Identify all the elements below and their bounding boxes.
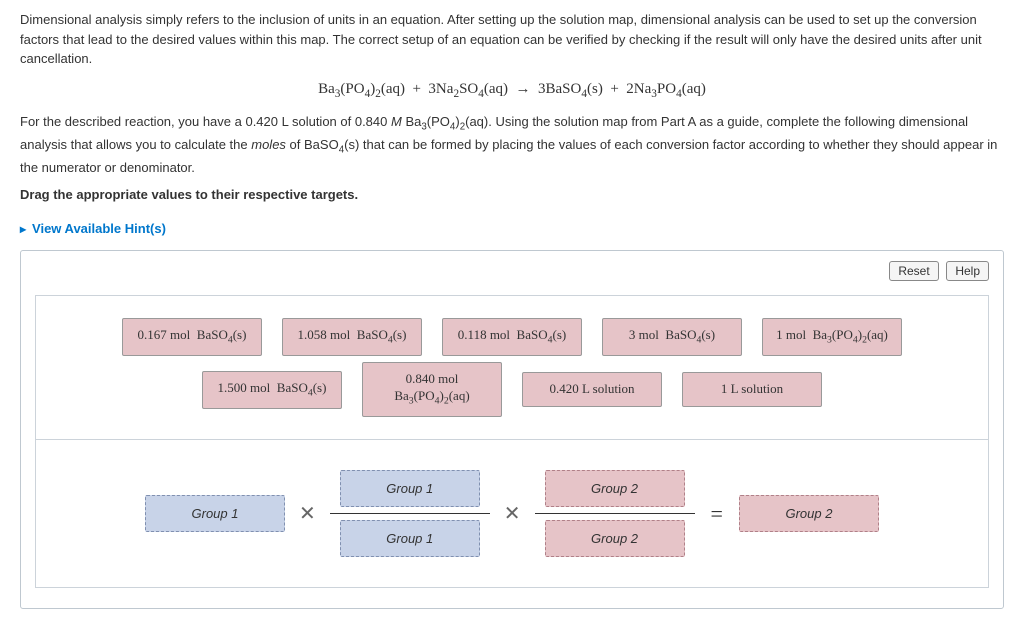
drop-frac2-numerator[interactable]: Group 2 (545, 470, 685, 507)
page-root: Dimensional analysis simply refers to th… (0, 0, 1024, 629)
fraction-bar (330, 513, 490, 514)
drag-instruction: Drag the appropriate values to their res… (20, 185, 1004, 205)
intro-text: Dimensional analysis simply refers to th… (20, 10, 1004, 69)
drag-item[interactable]: 1.500 mol BaSO4(s) (202, 371, 342, 409)
fraction-1: Group 1 Group 1 (330, 470, 490, 557)
drag-source-area: 0.167 mol BaSO4(s) 1.058 mol BaSO4(s) 0.… (36, 296, 988, 440)
reset-button[interactable]: Reset (889, 261, 938, 281)
drag-item[interactable]: 1 L solution (682, 372, 822, 407)
drag-item[interactable]: 3 mol BaSO4(s) (602, 318, 742, 356)
drop-target-area: Group 1 ✕ Group 1 Group 1 ✕ Group 2 Grou… (36, 440, 988, 587)
problem-text: For the described reaction, you have a 0… (20, 112, 1004, 178)
drop-frac2-denominator[interactable]: Group 2 (545, 520, 685, 557)
equals-sign: = (707, 501, 727, 527)
panel-buttons: Reset Help (35, 261, 989, 281)
drag-item[interactable]: 1.058 mol BaSO4(s) (282, 318, 422, 356)
view-hints-link[interactable]: View Available Hint(s) (20, 221, 166, 236)
drop-frac1-numerator[interactable]: Group 1 (340, 470, 480, 507)
help-button[interactable]: Help (946, 261, 989, 281)
source-row-2: 1.500 mol BaSO4(s) 0.840 molBa3(PO4)2(aq… (46, 362, 978, 417)
chemical-equation: Ba3(PO4)2(aq) + 3Na2SO4(aq) → 3BaSO4(s) … (20, 81, 1004, 100)
work-panel: Reset Help 0.167 mol BaSO4(s) 1.058 mol … (20, 250, 1004, 609)
drag-item[interactable]: 0.840 molBa3(PO4)2(aq) (362, 362, 502, 417)
fraction-2: Group 2 Group 2 (535, 470, 695, 557)
drop-result[interactable]: Group 2 (739, 495, 879, 532)
drop-frac1-denominator[interactable]: Group 1 (340, 520, 480, 557)
drag-item[interactable]: 0.118 mol BaSO4(s) (442, 318, 582, 356)
fraction-bar (535, 513, 695, 514)
drag-item[interactable]: 0.420 L solution (522, 372, 662, 407)
drag-item[interactable]: 1 mol Ba3(PO4)2(aq) (762, 318, 902, 356)
drag-drop-box: 0.167 mol BaSO4(s) 1.058 mol BaSO4(s) 0.… (35, 295, 989, 588)
source-row-1: 0.167 mol BaSO4(s) 1.058 mol BaSO4(s) 0.… (46, 318, 978, 356)
times-icon: ✕ (502, 501, 523, 526)
drag-item[interactable]: 0.167 mol BaSO4(s) (122, 318, 262, 356)
times-icon: ✕ (297, 501, 318, 526)
drop-start[interactable]: Group 1 (145, 495, 285, 532)
